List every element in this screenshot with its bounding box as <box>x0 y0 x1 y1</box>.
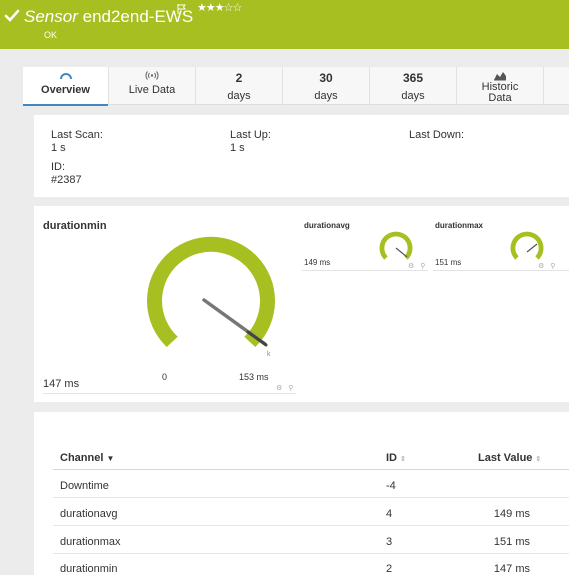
tab-number: 30 <box>319 71 333 85</box>
priority-stars[interactable]: ★★★☆☆ <box>197 1 242 14</box>
max-gauge-name: durationmax <box>435 221 484 230</box>
main-gauge[interactable]: k <box>130 228 290 368</box>
gauge-icon <box>59 73 72 80</box>
row-last-value: 149 ms <box>493 508 530 520</box>
avg-gauge-name: durationavg <box>304 221 350 230</box>
col-header-last-value[interactable]: Last Value ⇕ <box>478 452 541 464</box>
tab-bar: Overview Live Data 2 days 30 days 365 da… <box>23 67 569 106</box>
tab-live-data[interactable]: Live Data <box>109 67 196 105</box>
last-down-label: Last Down: <box>409 129 465 141</box>
tab-30-days[interactable]: 30 days <box>283 67 370 105</box>
main-gauge-min: 0 <box>162 372 168 382</box>
title-prefix: Sensor <box>24 7 78 26</box>
avg-gauge-needle <box>395 247 408 258</box>
row-channel: Downtime <box>60 480 109 492</box>
tab-label: Live Data <box>128 84 176 96</box>
max-gauge-needle <box>526 243 538 253</box>
tab-overview[interactable]: Overview <box>23 67 109 106</box>
main-gauge-value: 147 ms <box>43 378 80 390</box>
sort-desc-icon: ▼ <box>106 454 115 463</box>
avg-gauge-tools[interactable]: ⚙ ⚲ <box>408 262 427 270</box>
main-gauge-arc <box>147 236 275 347</box>
tab-historic-data[interactable]: Historic Data <box>457 67 544 105</box>
sensor-header: Sensor end2end-EWS ★★★☆☆ OK <box>0 0 569 49</box>
last-scan-value: 1 s <box>51 142 66 154</box>
page-title: Sensor end2end-EWS <box>24 7 193 27</box>
tab-label: days <box>401 90 425 102</box>
row-last-value: 151 ms <box>493 536 530 548</box>
sensor-info-panel <box>34 115 569 197</box>
avg-gauge[interactable] <box>376 228 416 264</box>
sensor-id: ID: #2387 <box>51 161 82 187</box>
sensor-id-label: ID: <box>51 161 66 173</box>
row-channel: durationavg <box>60 508 118 520</box>
tab-number: 2 <box>235 71 243 85</box>
main-gauge-name: durationmin <box>43 220 107 232</box>
row-last-value: 147 ms <box>493 563 530 575</box>
max-gauge[interactable] <box>507 228 547 264</box>
row-id: -4 <box>386 480 396 492</box>
tab-label: days <box>227 90 251 102</box>
row-channel: durationmin <box>60 563 118 575</box>
sensor-id-value: #2387 <box>51 174 82 186</box>
last-up-value: 1 s <box>230 142 245 154</box>
last-up-label: Last Up: <box>230 129 271 141</box>
row-channel: durationmax <box>60 536 121 548</box>
main-gauge-max: 153 ms <box>239 372 269 382</box>
last-scan: Last Scan: 1 s <box>51 129 103 155</box>
tab-365-days[interactable]: 365 days <box>370 67 457 105</box>
historic-data-icon <box>494 72 506 81</box>
tab-label: Overview <box>41 84 90 96</box>
row-id: 2 <box>386 563 393 575</box>
max-gauge-value: 151 ms <box>435 258 462 267</box>
sort-icon: ⇕ <box>400 456 406 463</box>
main-gauge-tools[interactable]: ⚙ ⚲ <box>276 384 295 392</box>
tab-label-line2: Data <box>488 92 512 104</box>
tab-label: days <box>314 90 338 102</box>
live-data-icon <box>145 71 159 80</box>
status-badge: OK <box>44 30 58 40</box>
col-header-id[interactable]: ID ⇕ <box>386 452 406 464</box>
gauges-panel <box>34 206 569 402</box>
last-up: Last Up: 1 s <box>230 129 271 155</box>
last-scan-label: Last Scan: <box>51 129 103 141</box>
gauge-unit-mark: k <box>267 351 271 358</box>
last-down: Last Down: <box>409 129 464 142</box>
sort-icon: ⇕ <box>535 456 542 463</box>
col-header-channel[interactable]: Channel ▼ <box>60 452 114 464</box>
flag-icon[interactable] <box>177 4 187 14</box>
avg-gauge-value: 149 ms <box>304 258 331 267</box>
channels-table <box>34 412 569 575</box>
check-icon <box>4 9 20 22</box>
tab-2-days[interactable]: 2 days <box>196 67 283 105</box>
row-id: 3 <box>386 536 393 548</box>
max-gauge-tools[interactable]: ⚙ ⚲ <box>538 262 557 270</box>
row-id: 4 <box>386 508 393 520</box>
tab-number: 365 <box>402 71 424 85</box>
